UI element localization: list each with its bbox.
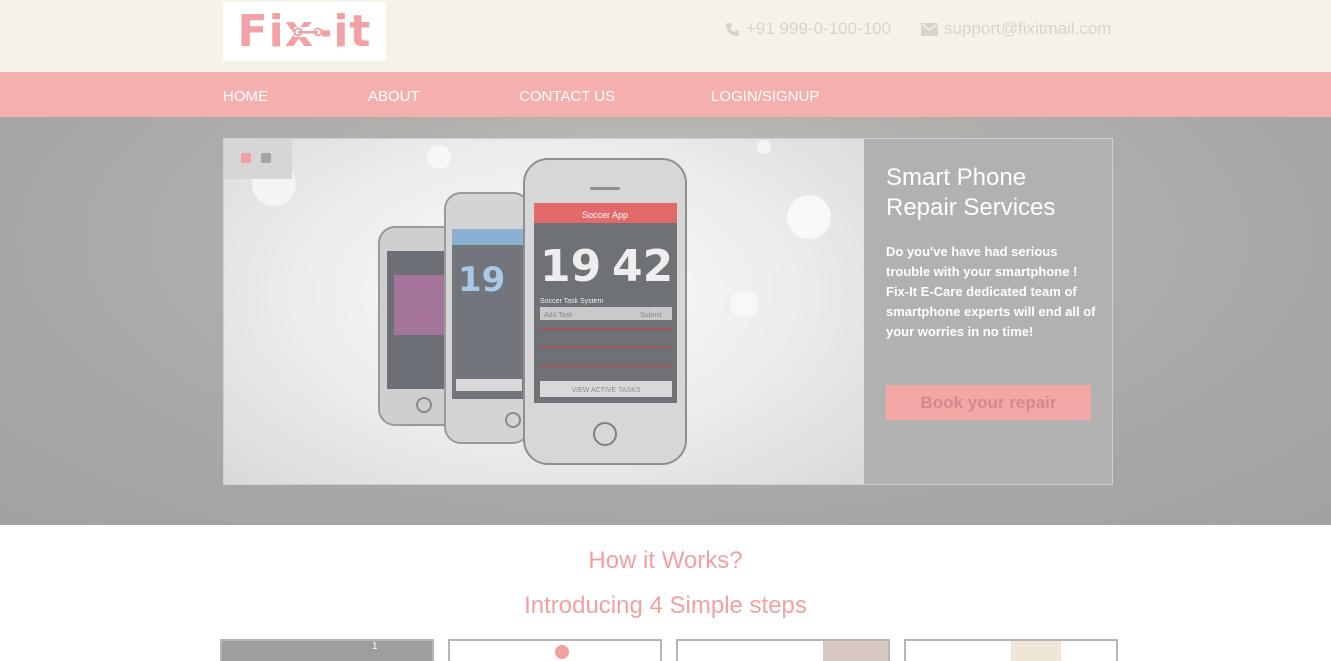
phone-icon bbox=[726, 22, 739, 36]
phone-view-tasks: VIEW ACTIVE TASKS bbox=[572, 387, 641, 394]
hero-slider: 19 Soccer App 19 42 Soccer Task System A… bbox=[223, 138, 1113, 485]
nav-about[interactable]: ABOUT bbox=[368, 88, 420, 105]
step-card-2[interactable] bbox=[448, 639, 662, 661]
nav-contact-us[interactable]: CONTACT US bbox=[519, 88, 615, 105]
svg-text:19: 19 bbox=[458, 260, 505, 300]
contact-email[interactable]: support@fixitmail.com bbox=[921, 19, 1111, 39]
step-image-3 bbox=[823, 641, 888, 661]
slider-dot-1[interactable] bbox=[241, 153, 251, 163]
hero-description: Do you've have had serious trouble with … bbox=[886, 244, 1096, 339]
contact-phone[interactable]: +91 999-0-100-100 bbox=[725, 19, 891, 39]
slide-image: 19 Soccer App 19 42 Soccer Task System A… bbox=[224, 139, 864, 484]
book-repair-button[interactable]: Book your repair bbox=[886, 385, 1091, 420]
envelope-icon bbox=[921, 22, 938, 36]
slide-caption: Smart Phone Repair Services Do you've ha… bbox=[864, 139, 1112, 484]
phone-time-minutes: 42 bbox=[612, 241, 673, 292]
logo[interactable]: Fix-it bbox=[223, 2, 386, 61]
phones-illustration: 19 Soccer App 19 42 Soccer Task System A… bbox=[252, 140, 831, 465]
phone-section-label: Soccer Task System bbox=[540, 298, 603, 305]
wrench-icon bbox=[294, 27, 322, 37]
step-image-4 bbox=[1011, 641, 1061, 661]
nav-login-signup[interactable]: LOGIN/SIGNUP bbox=[711, 88, 819, 105]
step-image-2 bbox=[555, 645, 569, 659]
top-bar: Fix-it +91 999-0-100-100 support@fixitma… bbox=[0, 0, 1331, 72]
phone-input-placeholder: Add Task bbox=[544, 312, 573, 319]
hero-title: Smart Phone Repair Services bbox=[886, 164, 1056, 221]
how-it-works-title: How it Works? bbox=[588, 547, 743, 574]
nav-home[interactable]: HOME bbox=[223, 88, 268, 105]
phone-time-hours: 19 bbox=[540, 241, 601, 292]
step-number-1: 1 bbox=[372, 641, 378, 652]
step-card-1[interactable]: 1 bbox=[220, 639, 434, 661]
phone-app-title: Soccer App bbox=[582, 210, 628, 220]
email-address: support@fixitmail.com bbox=[944, 19, 1112, 38]
main-nav: HOME ABOUT CONTACT US LOGIN/SIGNUP bbox=[0, 72, 1331, 117]
phone-number: +91 999-0-100-100 bbox=[746, 19, 892, 38]
slider-dot-2[interactable] bbox=[261, 153, 271, 163]
how-it-works-subtitle: Introducing 4 Simple steps bbox=[524, 592, 807, 619]
phone-submit: Submit bbox=[640, 312, 662, 319]
step-card-4[interactable] bbox=[904, 639, 1118, 661]
slider-dots bbox=[224, 139, 292, 179]
step-card-3[interactable] bbox=[676, 639, 890, 661]
